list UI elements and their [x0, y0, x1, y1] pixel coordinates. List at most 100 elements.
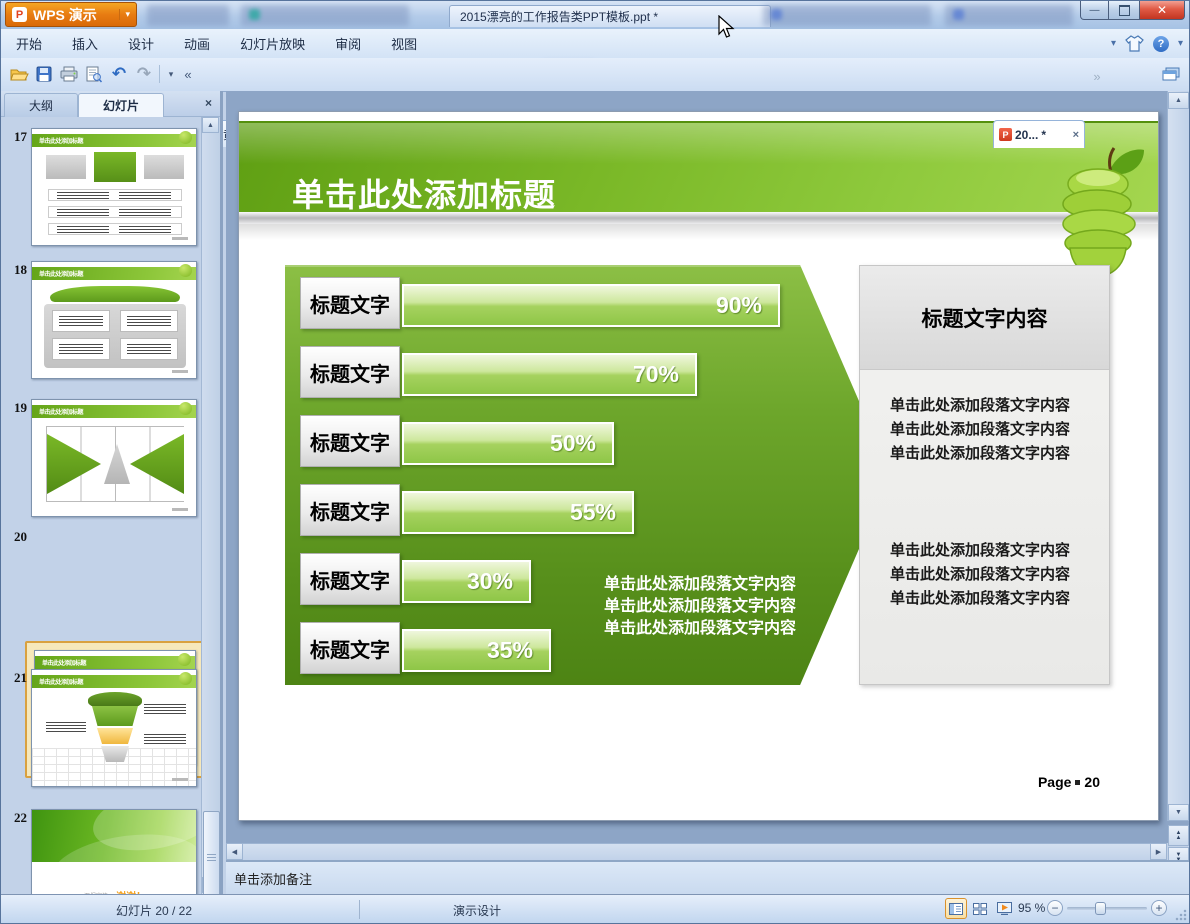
- mini-apple-icon: [179, 264, 192, 277]
- mini-closing-line: 汇报完毕， 谢谢！: [32, 862, 196, 894]
- bar-label[interactable]: 标题文字: [300, 415, 400, 467]
- scrollbar-thumb[interactable]: [203, 811, 220, 903]
- scroll-right-icon[interactable]: ▶: [1150, 843, 1167, 860]
- bar-label-text: 标题文字: [310, 363, 390, 386]
- slide-thumbnail-22[interactable]: 汇报完毕， 谢谢！: [31, 809, 197, 894]
- toolbar-options-icon[interactable]: ▾: [163, 62, 179, 86]
- open-button[interactable]: [7, 62, 31, 86]
- wps-menu-button[interactable]: P WPS 演示 ▾: [5, 2, 137, 27]
- slide-number: 22: [14, 810, 27, 825]
- mini-shape: [46, 155, 86, 179]
- document-tab-blurred[interactable]: [945, 5, 1073, 26]
- chevron-down-icon[interactable]: ▾: [119, 9, 130, 20]
- double-up-icon: ▲: [1175, 834, 1182, 841]
- normal-view-button[interactable]: [945, 898, 967, 919]
- thumbnail-scrollbar[interactable]: ▲ ▼: [201, 117, 220, 903]
- file-tab-active[interactable]: P 20... * ×: [993, 120, 1085, 148]
- arrow-paragraph-block[interactable]: 单击此处添加段落文字内容 单击此处添加段落文字内容 单击此处添加段落文字内容: [604, 574, 834, 640]
- slide-number: 17: [14, 129, 27, 144]
- print-preview-button[interactable]: [82, 62, 106, 86]
- bar-label[interactable]: 标题文字: [300, 622, 400, 674]
- previous-slide-button[interactable]: ▲ ▲: [1168, 825, 1189, 846]
- bar-value: 70%: [632, 361, 679, 387]
- skin-shirt-icon[interactable]: [1125, 35, 1144, 52]
- toolbar: ↶ ↷ ▾ « P 黄昏... * × P 勇敢... * × P 生命... …: [1, 58, 1189, 148]
- slide-sorter-view-button[interactable]: [969, 898, 991, 919]
- page-number: 20: [1084, 774, 1100, 790]
- bar-fill-5[interactable]: 35%: [402, 629, 551, 672]
- zoom-slider-thumb[interactable]: [1095, 902, 1106, 915]
- menu-item-insert[interactable]: 插入: [57, 29, 113, 58]
- bar-fill-1[interactable]: 70%: [402, 353, 697, 396]
- close-button[interactable]: ✕: [1139, 1, 1185, 20]
- panel-title[interactable]: 标题文字内容: [922, 303, 1048, 333]
- help-dropdown-icon[interactable]: ▾: [1178, 38, 1183, 49]
- mini-swoosh-band: [32, 810, 196, 862]
- scroll-down-icon[interactable]: ▼: [1168, 804, 1189, 821]
- mini-annotation: [46, 722, 86, 732]
- bar-label[interactable]: 标题文字: [300, 277, 400, 329]
- slide-thumbnail-19[interactable]: 单击此处添加标题: [31, 399, 197, 517]
- print-button[interactable]: [57, 62, 81, 86]
- menu-item-view[interactable]: 视图: [376, 29, 432, 58]
- panel-paragraphs-bottom[interactable]: 单击此处添加段落文字内容 单击此处添加段落文字内容 单击此处添加段落文字内容: [890, 539, 1090, 611]
- menu-item-home[interactable]: 开始: [1, 29, 57, 58]
- design-template-name[interactable]: 演示设计: [453, 902, 501, 919]
- scroll-tabs-right-icon[interactable]: »: [1089, 64, 1105, 88]
- panel-paragraphs-top[interactable]: 单击此处添加段落文字内容 单击此处添加段落文字内容 单击此处添加段落文字内容: [890, 394, 1090, 466]
- redo-button[interactable]: ↷: [132, 62, 156, 86]
- menu-item-slideshow[interactable]: 幻灯片放映: [225, 29, 320, 58]
- mini-apple-icon: [178, 653, 191, 666]
- close-tab-icon[interactable]: ×: [1073, 129, 1079, 141]
- notes-pane[interactable]: 单击添加备注: [226, 860, 1189, 894]
- zoom-out-button[interactable]: −: [1047, 900, 1063, 916]
- bar-label[interactable]: 标题文字: [300, 484, 400, 536]
- document-tab-blurred[interactable]: [241, 5, 409, 26]
- document-tab-blurred[interactable]: [147, 5, 229, 26]
- tab-slides[interactable]: 幻灯片: [78, 93, 164, 117]
- slide-number: 20: [14, 529, 27, 544]
- bar-fill-2[interactable]: 50%: [402, 422, 614, 465]
- scroll-up-icon[interactable]: ▲: [1168, 92, 1189, 109]
- switch-windows-button[interactable]: [1159, 62, 1183, 86]
- restore-button[interactable]: [1109, 1, 1139, 20]
- bar-fill-3[interactable]: 55%: [402, 491, 634, 534]
- bar-fill-4[interactable]: 30%: [402, 560, 531, 603]
- scroll-left-icon[interactable]: ◀: [226, 843, 243, 860]
- scroll-tabs-left-icon[interactable]: «: [179, 62, 197, 86]
- slide-thumbnail-21[interactable]: 单击此处添加标题: [31, 669, 197, 787]
- menu-bar: 开始 插入 设计 动画 幻灯片放映 审阅 视图 ▾ ? ▾: [1, 29, 1189, 76]
- minimize-button[interactable]: —: [1080, 1, 1109, 20]
- bar-value: 55%: [569, 499, 616, 525]
- slide-thumbnail-17[interactable]: 单击此处添加标题: [31, 128, 197, 246]
- file-tab-label: 20...: [1015, 127, 1039, 142]
- bar-label[interactable]: 标题文字: [300, 346, 400, 398]
- slide-thumbnail-18[interactable]: 单击此处添加标题: [31, 261, 197, 379]
- collapse-ribbon-icon[interactable]: ▾: [1111, 38, 1116, 49]
- zoom-in-button[interactable]: +: [1151, 900, 1167, 916]
- bar-label-text: 标题文字: [310, 639, 390, 662]
- horizontal-scrollbar[interactable]: [226, 843, 1167, 860]
- close-panel-icon[interactable]: ×: [205, 96, 212, 110]
- content-panel[interactable]: 标题文字内容 单击此处添加段落文字内容 单击此处添加段落文字内容 单击此处添加段…: [859, 265, 1110, 685]
- save-button[interactable]: [32, 62, 56, 86]
- zoom-slider-track[interactable]: [1067, 907, 1147, 910]
- slideshow-play-icon: [996, 902, 1012, 915]
- thumb-grip: [207, 854, 216, 855]
- tab-outline[interactable]: 大纲: [4, 93, 78, 117]
- undo-button[interactable]: ↶: [107, 62, 131, 86]
- scroll-up-icon[interactable]: ▲: [202, 117, 219, 133]
- bar-fill-0[interactable]: 90%: [402, 284, 780, 327]
- menu-item-animation[interactable]: 动画: [169, 29, 225, 58]
- help-icon[interactable]: ?: [1152, 35, 1169, 52]
- vertical-scrollbar[interactable]: [1167, 91, 1189, 821]
- slide-title[interactable]: 单击此处添加标题: [292, 170, 556, 216]
- document-tab-blurred[interactable]: [763, 5, 931, 26]
- slide-canvas[interactable]: 单击此处添加标题 标题文字 90% 标题文字 70% 标题文字 50% 标题文字…: [238, 111, 1159, 821]
- bar-label[interactable]: 标题文字: [300, 553, 400, 605]
- menu-item-design[interactable]: 设计: [113, 29, 169, 58]
- resize-grip[interactable]: [1175, 909, 1187, 921]
- menu-item-review[interactable]: 审阅: [320, 29, 376, 58]
- panel-paragraph: 单击此处添加段落文字内容: [890, 421, 1071, 438]
- slideshow-button[interactable]: [993, 898, 1015, 919]
